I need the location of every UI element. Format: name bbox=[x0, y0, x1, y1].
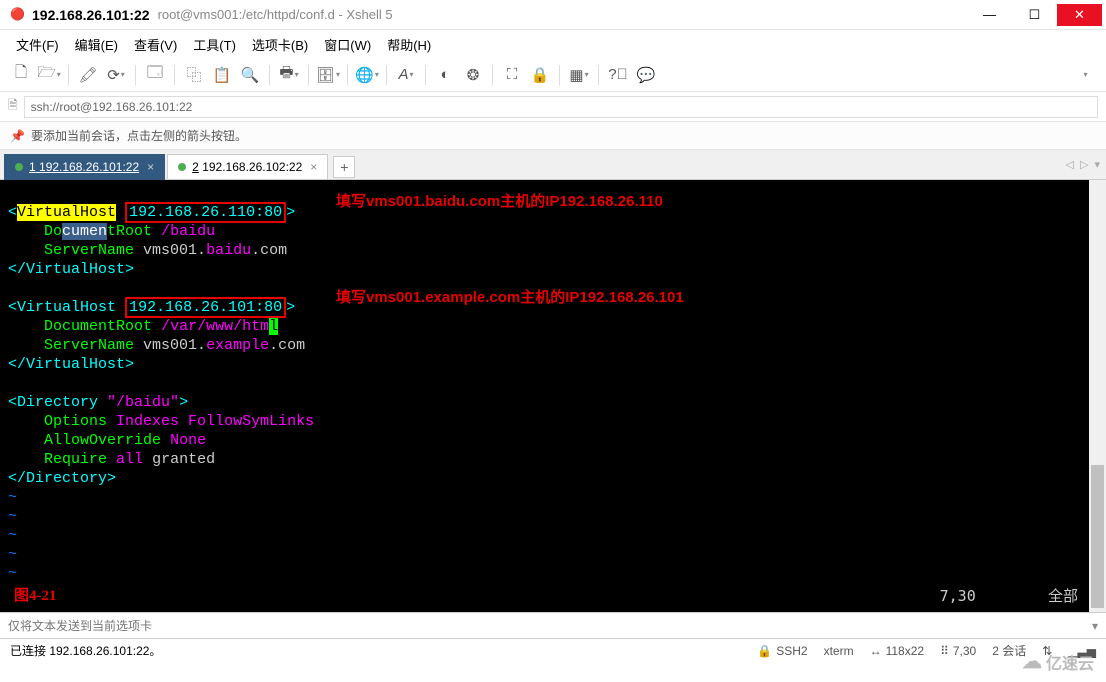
open-session-icon[interactable]: 🗁 bbox=[36, 62, 62, 88]
reconnect-icon[interactable]: ⟳ bbox=[103, 62, 129, 88]
size-icon: ↔ bbox=[870, 644, 882, 658]
fullscreen-icon[interactable]: ⛶ bbox=[499, 62, 525, 88]
title-path: root@vms001:/etc/httpd/conf.d - Xshell 5 bbox=[158, 7, 393, 22]
vim-status: 7,30 全部 bbox=[940, 587, 1078, 606]
info-text: 要添加当前会话，点击左侧的箭头按钮。 bbox=[31, 127, 247, 144]
lock-icon: 🔒 bbox=[757, 644, 772, 658]
toolbar: 🗋 🗁 🖍 ⟳ 🗔 ⿻ 📋 🔍 🖶 🗄 🌐 A ◐ ❂ ⛶ 🔒 ▦ ?⃝ 💬 bbox=[0, 58, 1106, 92]
terminal-scrollbar[interactable] bbox=[1089, 180, 1106, 612]
tab-list-icon[interactable]: ▾ bbox=[1094, 158, 1100, 171]
terminal[interactable]: <VirtualHost 192.168.26.110:80> Document… bbox=[0, 180, 1106, 612]
compose-input[interactable] bbox=[8, 619, 1092, 633]
window-buttons: — ☐ ✕ bbox=[967, 4, 1102, 26]
compose-dropdown-icon[interactable]: ▾ bbox=[1092, 619, 1098, 633]
toolbar-overflow[interactable] bbox=[1072, 62, 1098, 88]
menu-edit[interactable]: 编辑(E) bbox=[69, 31, 124, 58]
status-proto: 🔒SSH2 bbox=[757, 644, 807, 658]
tab-prev-icon[interactable]: ◁ bbox=[1066, 158, 1074, 171]
address-bar: 🗎 bbox=[0, 92, 1106, 122]
close-button[interactable]: ✕ bbox=[1057, 4, 1102, 26]
address-input[interactable] bbox=[24, 96, 1098, 118]
add-tab-button[interactable]: + bbox=[333, 156, 355, 178]
search-icon[interactable]: 🔍 bbox=[237, 62, 263, 88]
address-icon: 🗎 bbox=[8, 96, 18, 117]
theme-icon[interactable]: ❂ bbox=[460, 62, 486, 88]
status-connection: 已连接 192.168.26.101:22。 bbox=[10, 642, 741, 659]
app-icon: 🔴 bbox=[10, 7, 26, 23]
minimize-button[interactable]: — bbox=[967, 4, 1012, 26]
tab-session-1[interactable]: 1 192.168.26.101:22 × bbox=[4, 154, 165, 180]
watermark: ☁ 亿速云 bbox=[1022, 649, 1094, 674]
layout-icon[interactable]: ▦ bbox=[566, 62, 592, 88]
file-transfer-icon[interactable]: 🗄 bbox=[315, 62, 341, 88]
properties-icon[interactable]: 🗔 bbox=[142, 62, 168, 88]
copy-icon[interactable]: ⿻ bbox=[181, 62, 207, 88]
add-session-icon[interactable]: 📌 bbox=[10, 129, 25, 143]
tab-close-icon[interactable]: × bbox=[147, 160, 154, 174]
lock-icon[interactable]: 🔒 bbox=[527, 62, 553, 88]
status-bar: 已连接 192.168.26.101:22。 🔒SSH2 xterm ↔118x… bbox=[0, 638, 1106, 662]
tab-bar: 1 192.168.26.101:22 × 2 192.168.26.102:2… bbox=[0, 150, 1106, 180]
menu-tabs[interactable]: 选项卡(B) bbox=[246, 31, 314, 58]
status-dot-icon bbox=[15, 163, 23, 171]
web-icon[interactable]: 🌐 bbox=[354, 62, 380, 88]
new-session-icon[interactable]: 🗋 bbox=[8, 62, 34, 88]
titlebar: 🔴 192.168.26.101:22 root@vms001:/etc/htt… bbox=[0, 0, 1106, 30]
font-icon[interactable]: A bbox=[393, 62, 419, 88]
paste-icon[interactable]: 📋 bbox=[209, 62, 235, 88]
annotation-1: 填写vms001.baidu.com主机的IP192.168.26.110 bbox=[336, 192, 663, 211]
menu-view[interactable]: 查看(V) bbox=[128, 31, 183, 58]
maximize-button[interactable]: ☐ bbox=[1012, 4, 1057, 26]
feedback-icon[interactable]: 💬 bbox=[633, 62, 659, 88]
status-dot-icon bbox=[178, 163, 186, 171]
status-pos: ⠿7,30 bbox=[940, 644, 976, 658]
print-icon[interactable]: 🖶 bbox=[276, 62, 302, 88]
menubar: 文件(F) 编辑(E) 查看(V) 工具(T) 选项卡(B) 窗口(W) 帮助(… bbox=[0, 30, 1106, 58]
compose-bar: ▾ bbox=[0, 612, 1106, 638]
title-host: 192.168.26.101:22 bbox=[32, 7, 150, 23]
tab-close-icon[interactable]: × bbox=[310, 160, 317, 174]
tab-next-icon[interactable]: ▷ bbox=[1080, 158, 1088, 171]
cursor-icon: ⠿ bbox=[940, 644, 949, 658]
status-size: ↔118x22 bbox=[870, 644, 924, 658]
menu-help[interactable]: 帮助(H) bbox=[381, 31, 437, 58]
menu-window[interactable]: 窗口(W) bbox=[318, 31, 377, 58]
menu-tools[interactable]: 工具(T) bbox=[187, 31, 242, 58]
color-scheme-icon[interactable]: ◐ bbox=[432, 62, 458, 88]
tab-nav: ◁ ▷ ▾ bbox=[1066, 158, 1100, 171]
menu-file[interactable]: 文件(F) bbox=[10, 31, 65, 58]
help-icon[interactable]: ?⃝ bbox=[605, 62, 631, 88]
annotation-2: 填写vms001.example.com主机的IP192.168.26.101 bbox=[336, 288, 684, 307]
cloud-icon: ☁ bbox=[1022, 649, 1042, 674]
figure-label: 图4-21 bbox=[14, 587, 57, 606]
status-term: xterm bbox=[824, 644, 854, 658]
highlight-icon[interactable]: 🖍 bbox=[75, 62, 101, 88]
tab-session-2[interactable]: 2 192.168.26.102:22 × bbox=[167, 154, 328, 180]
info-bar: 📌 要添加当前会话，点击左侧的箭头按钮。 bbox=[0, 122, 1106, 150]
